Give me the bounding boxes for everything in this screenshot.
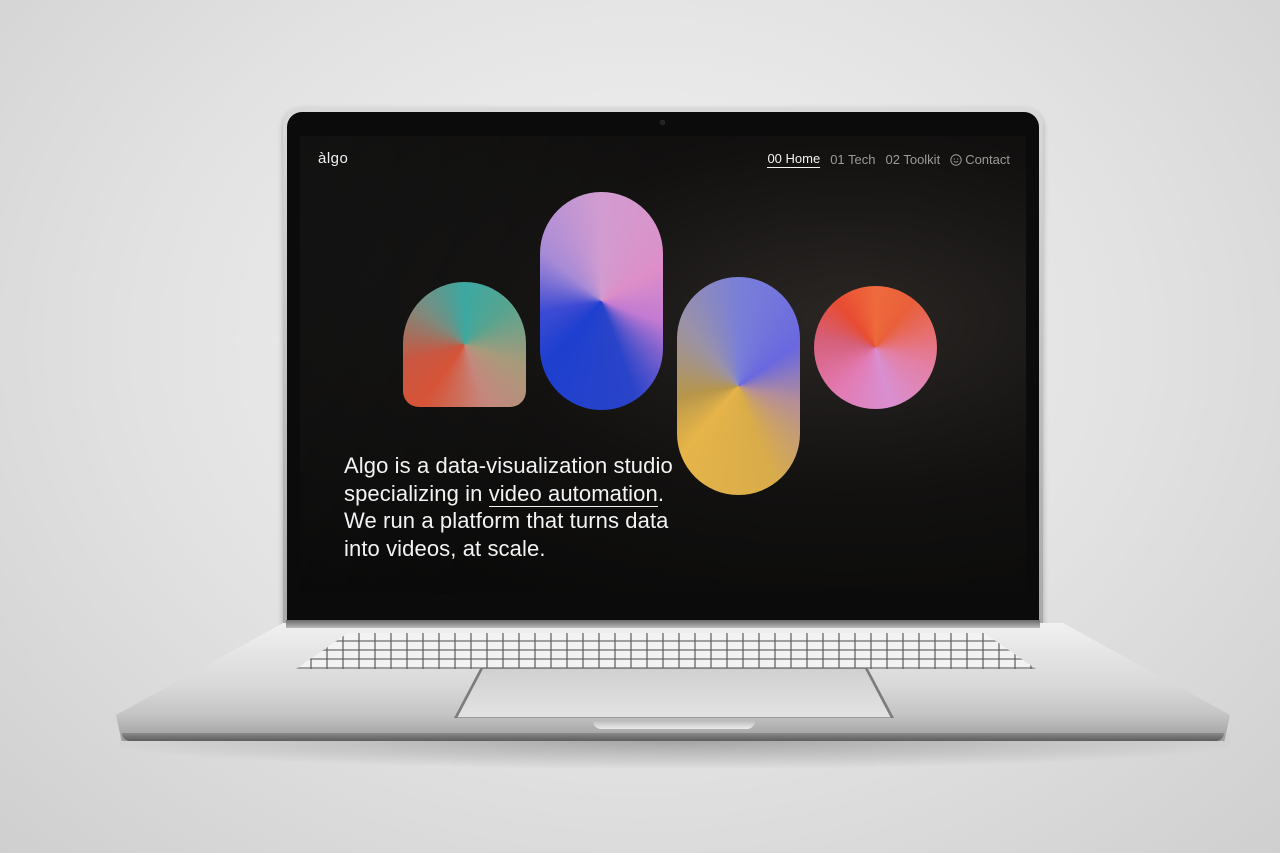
video-automation-link[interactable]: video automation [488, 480, 658, 507]
tagline-line-1: Algo is a data-visualization studio [344, 453, 673, 478]
website-screen: àlgo 00 Home 01 Tech 02 Toolkit Contact … [300, 136, 1026, 594]
pill-shape-blue [540, 192, 663, 410]
smile-icon [950, 153, 962, 166]
nav-item-contact[interactable]: Contact [950, 152, 1010, 167]
nav-item-toolkit[interactable]: 02 Toolkit [886, 152, 941, 167]
base-front-edge [122, 733, 1224, 741]
lid-notch [593, 721, 755, 729]
nav-item-tech[interactable]: 01 Tech [830, 152, 875, 167]
trackpad [454, 668, 894, 718]
main-nav: 00 Home 01 Tech 02 Toolkit Contact [767, 151, 1010, 168]
tagline-line-3: We run a platform that turns data [344, 508, 669, 533]
tagline-line-2: specializing in video automation. [344, 480, 724, 508]
site-logo[interactable]: àlgo [318, 150, 348, 167]
nav-item-home[interactable]: 00 Home [767, 151, 821, 168]
hero-tagline: Algo is a data-visualization studio spec… [344, 452, 724, 562]
laptop-hinge [286, 620, 1040, 628]
keyboard-rows [296, 633, 1036, 669]
camera-icon [660, 120, 665, 125]
nav-contact-label: Contact [965, 152, 1010, 167]
tagline-line-2-prefix: specializing in [344, 480, 489, 506]
tagline-line-4: into videos, at scale. [344, 535, 546, 561]
arch-shape [403, 282, 526, 407]
circle-shape [814, 286, 937, 409]
tagline-line-2-suffix: . [657, 480, 665, 506]
